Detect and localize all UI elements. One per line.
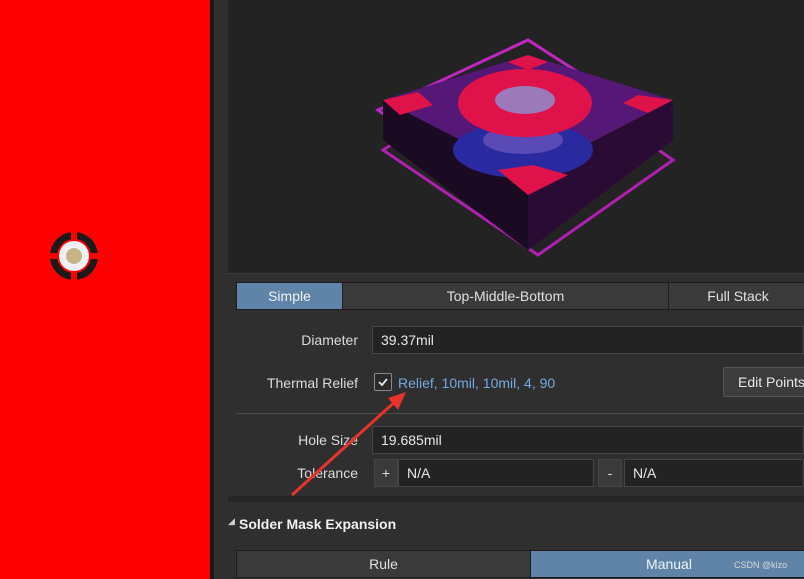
annotation-arrow-icon: [290, 392, 406, 497]
app-root: Simple Top-Middle-Bottom Full Stack Diam…: [0, 0, 804, 579]
